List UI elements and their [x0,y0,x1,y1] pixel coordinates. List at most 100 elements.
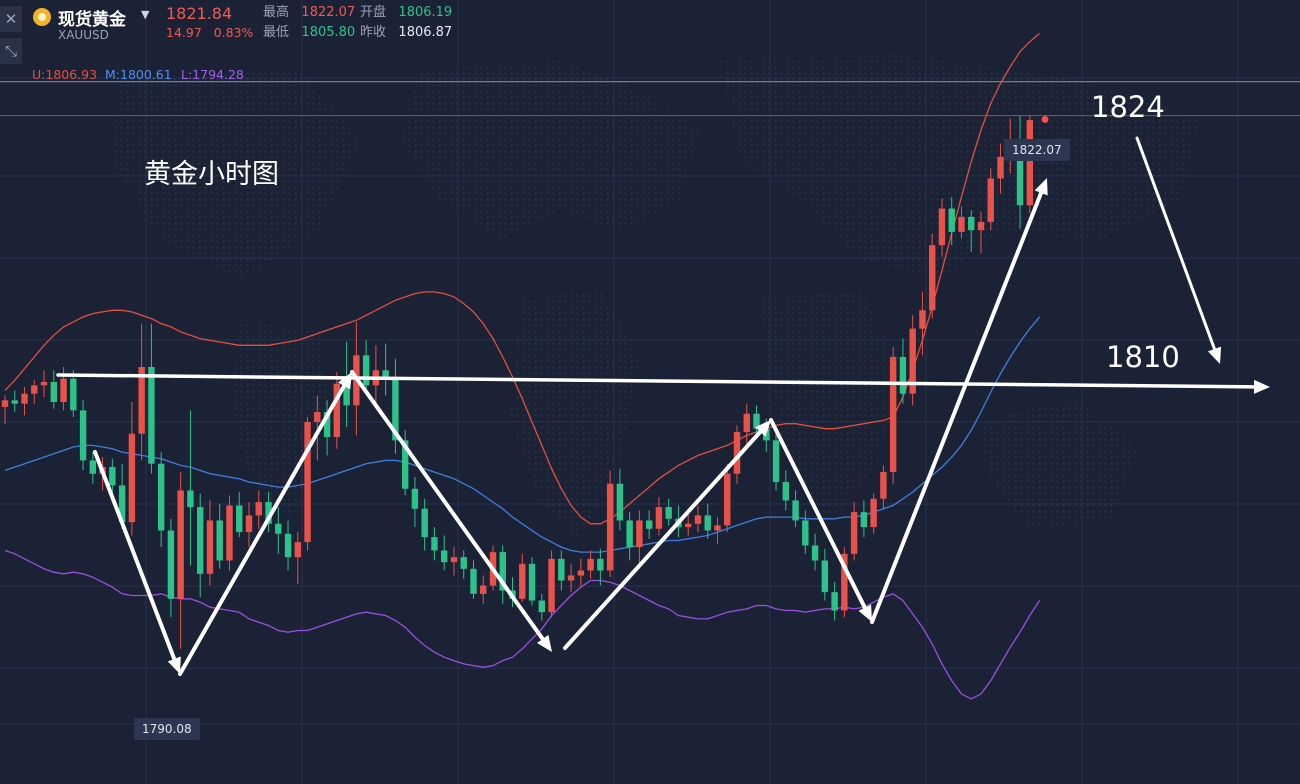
candle-body [304,422,311,543]
world-map-background [110,55,1200,540]
candle-body [450,557,458,563]
candle-body [89,460,97,474]
candle-body [148,366,155,464]
candle-body [314,412,321,423]
price-change: 14.97 0.83% [166,25,253,40]
boll-upper-label: U:1806.93 [32,67,98,82]
candle-body [60,378,67,403]
change-percent: 0.83% [213,25,254,40]
candle-body [362,355,370,386]
candle-body [567,575,575,581]
high-price-tag: 1822.07 [1004,139,1070,161]
open-label: 开盘 [360,5,387,20]
candle-body [665,507,672,519]
candle-body [685,523,692,528]
candle-body [470,568,477,594]
candle-body [431,537,438,551]
last-price: 1821.84 [166,4,233,23]
candle-body [743,413,750,433]
candle-body [216,520,223,561]
candle-body [997,156,1004,179]
candle-body [70,378,77,411]
low-price-tag: 1790.08 [134,718,200,740]
candle-body [870,498,877,528]
candle-body [1,400,9,408]
candle-body [128,433,136,523]
low-label: 最低 [263,25,290,40]
candle-body [441,550,448,563]
candle-body [167,530,175,599]
candle-body [850,512,858,554]
candle-body [724,473,731,526]
candle-body [802,520,809,546]
candle-body [177,490,184,599]
prev-close-label: 昨收 [360,25,387,40]
candle-body [919,310,926,329]
candle-body [987,178,994,222]
candle-body [411,488,419,509]
candle-body [548,558,555,613]
target-high-label: 1824 [1091,90,1165,124]
target-support-label: 1810 [1106,340,1180,374]
candle-body [645,520,653,529]
stat-low: 最低 1805.80 [263,24,355,42]
candle-body [792,500,799,521]
chart-annotation-title: 黄金小时图 [144,159,279,190]
candle-body [284,533,292,558]
candle-body [528,563,536,601]
change-value: 14.97 [166,25,202,40]
candle-body [929,245,936,311]
candle-body [597,558,604,571]
candle-body [938,208,946,246]
candle-body [382,370,389,377]
candle-body [948,208,955,232]
resistance-arrow-head [1253,379,1270,394]
candle-body [821,560,829,593]
last-price-dot [1041,115,1049,123]
boll-lower-label: L:1794.28 [181,67,244,82]
candle-body [880,472,887,499]
collapse-icon[interactable]: ⤡ [0,38,22,64]
candle-body [157,463,165,531]
candle-body [558,558,565,581]
candle-body [245,515,253,533]
candle-body [236,505,243,533]
candle-body [421,508,428,538]
instrument-name[interactable]: 现货黄金 [58,5,126,30]
candle-body [109,467,116,486]
candle-body [577,570,585,576]
candle-body [50,381,57,403]
candle-body [694,515,702,524]
boll-mid-label: M:1800.61 [105,67,172,82]
prev-close-value: 1806.87 [398,25,453,40]
candle-body [616,483,624,521]
chevron-down-icon[interactable]: ▼ [141,8,149,21]
gold-coin-icon [33,8,51,26]
candle-body [11,400,18,404]
candle-body [636,520,643,548]
candle-body [206,520,214,574]
candle-body [704,515,711,531]
candle-body [626,520,633,548]
stat-prev-close: 昨收 1806.87 [360,24,452,42]
candle-body [187,490,194,508]
candle-body [587,558,594,571]
candle-body [255,502,262,516]
candle-body [899,356,907,394]
stat-high: 最高 1822.07 [263,4,355,22]
wave-arrow-1-head [167,656,181,674]
candle-body [197,507,204,574]
candle-body [655,507,663,529]
candle-body [782,482,789,501]
candle-body [40,381,48,386]
high-label: 最高 [263,5,290,20]
candle-body [977,221,985,231]
candle-body [772,440,780,483]
candle-body [606,483,614,571]
candle-body [460,557,467,569]
candle-body [294,542,301,558]
candle-body [538,600,545,613]
candle-body [275,523,282,534]
close-icon[interactable]: ✕ [0,6,22,32]
candle-body [860,512,868,528]
